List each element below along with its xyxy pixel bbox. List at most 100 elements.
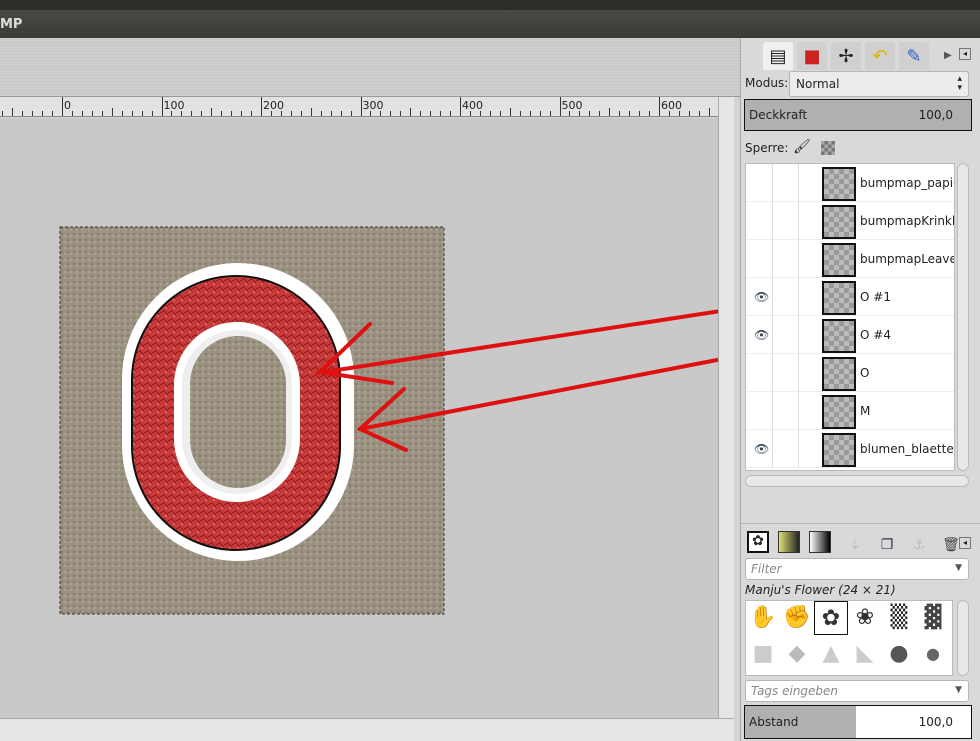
brush-item[interactable]: ❀ — [848, 601, 882, 635]
ruler-tick — [619, 111, 621, 116]
dock-menu-icon[interactable]: ◂ — [959, 48, 971, 60]
ruler-tick — [141, 111, 143, 116]
dropdown-icon: ▼ — [955, 685, 962, 695]
ruler-tick — [221, 111, 223, 116]
window-title-bar: MP — [0, 10, 980, 38]
opacity-slider[interactable]: Deckkraft 100,0 — [744, 99, 972, 131]
lock-alpha-icon[interactable] — [821, 141, 835, 155]
brushes-tab[interactable]: ✿ — [747, 531, 769, 553]
ruler-tick — [489, 111, 491, 116]
ruler-tick — [340, 111, 342, 116]
ruler-tick — [330, 111, 332, 116]
ruler-label: 100 — [163, 99, 185, 112]
mode-select[interactable]: Normal ▴ ▾ — [789, 71, 969, 97]
spacing-value: 100,0 — [918, 715, 953, 729]
ruler-tick — [91, 111, 93, 116]
layer-row[interactable]: bumpmap_papier — [746, 164, 954, 202]
ruler-tick — [42, 111, 44, 116]
ruler-tick — [201, 111, 203, 116]
brush-item[interactable]: ● — [882, 637, 916, 671]
image-canvas[interactable] — [0, 118, 812, 718]
ruler-label: 200 — [263, 99, 284, 112]
ruler-tick — [52, 111, 54, 116]
ruler-label: 400 — [462, 99, 483, 112]
eye-icon[interactable]: 👁 — [754, 442, 769, 456]
brush-filter-input[interactable]: Filter ▼ — [745, 558, 969, 580]
ruler-tick — [151, 111, 153, 116]
layer-row[interactable]: bumpmapLeaves — [746, 240, 954, 278]
layers-tab[interactable]: ▤ — [763, 42, 793, 70]
vertical-scrollbar[interactable] — [718, 97, 734, 718]
ruler-tick — [529, 111, 531, 116]
ruler-tick — [609, 108, 611, 116]
layer-name: blumen_blaetter — [860, 442, 955, 456]
layer-name: bumpmap_papier — [860, 176, 955, 190]
ruler-tick — [310, 108, 312, 116]
brush-item[interactable]: ▒ — [882, 601, 916, 635]
layer-thumbnail — [822, 205, 856, 239]
layer-row[interactable]: M — [746, 392, 954, 430]
channels-tab[interactable]: ■ — [797, 42, 827, 70]
layer-row[interactable]: 👁 blumen_blaetter — [746, 430, 954, 468]
layer-row[interactable]: O — [746, 354, 954, 392]
ruler-tick — [300, 111, 302, 116]
ruler-label: 0 — [64, 99, 71, 112]
brush-item[interactable]: ▓ — [916, 601, 950, 635]
eye-icon[interactable]: 👁 — [754, 290, 769, 304]
title-bar — [0, 0, 980, 10]
delete-layer-button[interactable]: 🗑 — [941, 537, 961, 555]
brushes-cup-icon: ✎ — [906, 45, 922, 67]
brush-item-selected[interactable]: ✿ — [814, 601, 848, 635]
ruler-tick — [101, 111, 103, 116]
layer-thumbnail — [822, 167, 856, 201]
layer-row[interactable]: 👁 O #1 — [746, 278, 954, 316]
tags-input[interactable]: Tags eingeben ▼ — [745, 680, 969, 702]
spinner-icon: ▴ ▾ — [957, 74, 962, 93]
layer-row[interactable]: 👁 O #4 — [746, 316, 954, 354]
ruler-tick — [460, 97, 461, 116]
tab-scroll-right-icon[interactable]: ▶ — [944, 50, 952, 61]
filter-placeholder: Filter — [751, 562, 782, 576]
horizontal-ruler[interactable]: 0 100 200 300 400 500 600 — [0, 97, 718, 117]
spacing-slider[interactable]: Abstand 100,0 — [744, 705, 972, 739]
brush-dock-menu-icon[interactable]: ◂ — [959, 537, 971, 549]
brush-item[interactable]: ● — [916, 637, 950, 671]
brush-grid-scrollbar[interactable] — [957, 600, 969, 676]
lock-pixels-icon[interactable]: 🖌 — [793, 139, 811, 155]
brush-item[interactable]: ✊ — [780, 601, 814, 635]
tools-tab[interactable]: ✎ — [899, 42, 929, 70]
horizontal-scrollbar[interactable] — [0, 718, 734, 741]
lower-layer-button[interactable]: ⇣ — [845, 537, 865, 555]
window-title: MP — [0, 17, 23, 32]
brush-item[interactable]: ■ — [746, 637, 780, 671]
gradients-tab[interactable] — [809, 531, 831, 553]
brush-grid[interactable]: ✋ ✊ ✿ ❀ ▒ ▓ ■ ◆ ▲ ◣ ● ● — [745, 600, 953, 676]
anchor-layer-button[interactable]: ⚓ — [909, 537, 929, 555]
patterns-tab[interactable] — [778, 531, 800, 553]
layer-row[interactable]: bumpmapKrinkle — [746, 202, 954, 240]
brush-item[interactable]: ▲ — [814, 637, 848, 671]
layers-vertical-scrollbar[interactable] — [957, 163, 969, 471]
layer-thumbnail — [822, 319, 856, 353]
brush-item[interactable]: ◆ — [780, 637, 814, 671]
layers-dock: ▤ ■ ✢ ↶ ✎ ▶ ◂ Modus: Normal ▴ ▾ Deckkraft … — [740, 38, 980, 741]
duplicate-layer-button[interactable]: ❐ — [877, 537, 897, 555]
layer-thumbnail — [822, 433, 856, 467]
layers-horizontal-scrollbar[interactable] — [745, 475, 969, 487]
ruler-tick — [12, 108, 14, 116]
eye-icon[interactable]: 👁 — [754, 328, 769, 342]
ruler-tick — [390, 111, 392, 116]
dropdown-icon: ▼ — [955, 563, 962, 573]
undo-history-tab[interactable]: ↶ — [865, 42, 895, 70]
layers-list[interactable]: bumpmap_papier bumpmapKrinkle bumpmapLeave… — [745, 163, 955, 471]
dock-divider[interactable] — [741, 523, 980, 527]
opacity-value: 100,0 — [918, 108, 953, 122]
paths-tab[interactable]: ✢ — [831, 42, 861, 70]
ruler-tick — [420, 111, 422, 116]
channels-icon: ■ — [803, 45, 821, 67]
brush-item[interactable]: ◣ — [848, 637, 882, 671]
ruler-tick — [161, 97, 163, 116]
tags-placeholder: Tags eingeben — [751, 684, 839, 698]
brush-item[interactable]: ✋ — [746, 601, 780, 635]
ruler-tick — [450, 111, 452, 116]
